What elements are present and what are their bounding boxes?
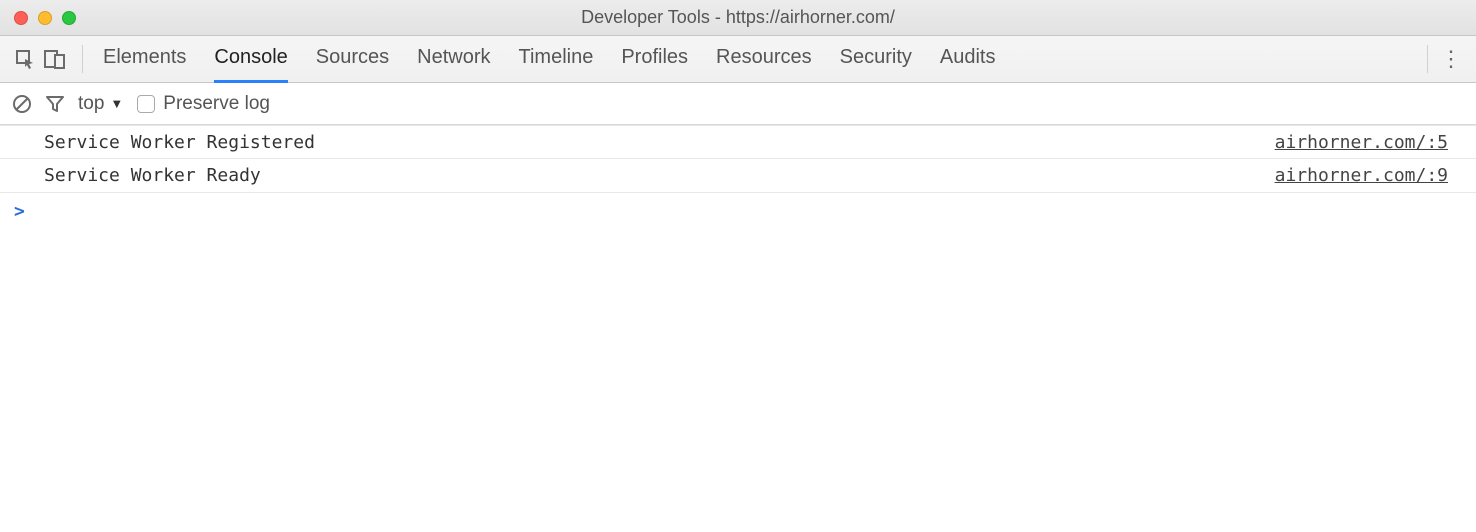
tab-timeline[interactable]: Timeline — [519, 36, 594, 83]
context-label: top — [78, 93, 104, 115]
log-row: Service Worker Registered airhorner.com/… — [0, 125, 1476, 159]
inspect-element-icon[interactable] — [10, 49, 40, 69]
log-message: Service Worker Ready — [44, 165, 1275, 186]
clear-console-icon[interactable] — [12, 94, 32, 114]
preserve-log-checkbox[interactable] — [137, 95, 155, 113]
window-title: Developer Tools - https://airhorner.com/ — [0, 7, 1476, 28]
log-row: Service Worker Ready airhorner.com/:9 — [0, 159, 1476, 193]
toolbar-divider — [1427, 45, 1428, 73]
console-log-pane: Service Worker Registered airhorner.com/… — [0, 125, 1476, 222]
chevron-down-icon: ▼ — [110, 96, 123, 111]
log-message: Service Worker Registered — [44, 132, 1275, 153]
tab-audits[interactable]: Audits — [940, 36, 996, 83]
preserve-log-label: Preserve log — [163, 93, 270, 115]
devtools-toolbar: Elements Console Sources Network Timelin… — [0, 36, 1476, 83]
tab-console[interactable]: Console — [214, 36, 287, 83]
window-controls — [14, 11, 76, 25]
console-filter-bar: top ▼ Preserve log — [0, 83, 1476, 125]
tab-security[interactable]: Security — [840, 36, 912, 83]
panel-tabs: Elements Console Sources Network Timelin… — [103, 36, 1427, 83]
tab-resources[interactable]: Resources — [716, 36, 812, 83]
toolbar-divider — [82, 45, 83, 73]
tab-network[interactable]: Network — [417, 36, 490, 83]
window-titlebar: Developer Tools - https://airhorner.com/ — [0, 0, 1476, 36]
tab-profiles[interactable]: Profiles — [621, 36, 688, 83]
minimize-window-button[interactable] — [38, 11, 52, 25]
tab-elements[interactable]: Elements — [103, 36, 186, 83]
tab-sources[interactable]: Sources — [316, 36, 389, 83]
log-source-link[interactable]: airhorner.com/:5 — [1275, 132, 1448, 153]
log-source-link[interactable]: airhorner.com/:9 — [1275, 165, 1448, 186]
console-prompt[interactable]: > — [0, 193, 1476, 222]
device-toolbar-icon[interactable] — [40, 49, 70, 69]
execution-context-selector[interactable]: top ▼ — [78, 93, 123, 115]
filter-icon[interactable] — [46, 95, 64, 113]
close-window-button[interactable] — [14, 11, 28, 25]
zoom-window-button[interactable] — [62, 11, 76, 25]
preserve-log-toggle[interactable]: Preserve log — [137, 93, 270, 115]
more-options-icon[interactable]: ⋮ — [1436, 46, 1466, 72]
